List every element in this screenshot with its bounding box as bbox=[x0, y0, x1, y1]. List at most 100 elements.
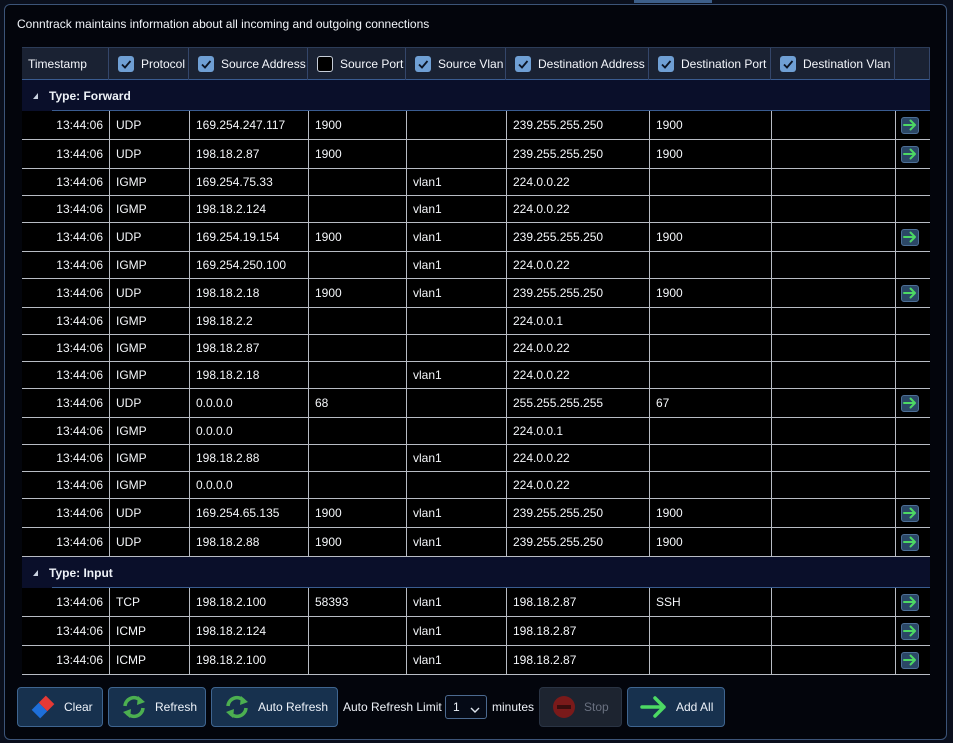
column-header-destination-address[interactable]: Destination Address bbox=[506, 48, 649, 80]
refresh-button[interactable]: Refresh bbox=[108, 687, 206, 727]
cell-action bbox=[895, 362, 930, 388]
cell-action bbox=[895, 111, 930, 139]
cell-svlan bbox=[406, 308, 506, 334]
active-tab-indicator bbox=[634, 0, 712, 3]
table-row[interactable]: 13:44:06 UDP 0.0.0.0 68 255.255.255.255 67 bbox=[22, 389, 930, 418]
column-header-source-address[interactable]: Source Address bbox=[189, 48, 308, 80]
clear-button[interactable]: Clear bbox=[17, 687, 103, 727]
cell-dvlan bbox=[771, 472, 895, 498]
table-row[interactable]: 13:44:06 IGMP 0.0.0.0 224.0.0.1 bbox=[22, 418, 930, 445]
column-visibility-checkbox[interactable] bbox=[415, 56, 431, 72]
add-connection-button[interactable] bbox=[901, 116, 919, 134]
cell-saddr: 198.18.2.124 bbox=[189, 617, 308, 645]
cell-ts: 13:44:06 bbox=[56, 314, 103, 328]
table-row[interactable]: 13:44:06 IGMP 169.254.75.33 vlan1 224.0.0.22 bbox=[22, 169, 930, 196]
cell-action bbox=[895, 617, 930, 645]
table-row[interactable]: 13:44:06 IGMP 198.18.2.2 224.0.0.1 bbox=[22, 308, 930, 335]
cell-sport bbox=[308, 646, 406, 674]
add-connection-button[interactable] bbox=[901, 504, 919, 522]
cell-ts: 13:44:06 bbox=[56, 286, 103, 300]
table-row[interactable]: 13:44:06 UDP 198.18.2.87 1900 239.255.255.25… bbox=[22, 140, 930, 169]
auto-refresh-button[interactable]: Auto Refresh bbox=[211, 687, 338, 727]
collapse-triangle-icon[interactable] bbox=[33, 92, 38, 99]
cell-saddr: 169.254.75.33 bbox=[189, 169, 308, 195]
connections-table: Timestamp Protocol Source Address Source Po… bbox=[22, 47, 930, 677]
column-header-source-port[interactable]: Source Port bbox=[308, 48, 406, 80]
cell-sport: 58393 bbox=[308, 588, 406, 616]
cell-daddr: 224.0.0.22 bbox=[506, 196, 649, 222]
table-row[interactable]: 13:44:06 TCP 198.18.2.100 58393 vlan1 198.18.… bbox=[22, 588, 930, 617]
add-connection-button[interactable] bbox=[901, 622, 919, 640]
cell-svlan: vlan1 bbox=[406, 588, 506, 616]
table-row[interactable]: 13:44:06 UDP 169.254.65.135 1900 vlan1 239.25… bbox=[22, 499, 930, 528]
add-connection-button[interactable] bbox=[901, 593, 919, 611]
cell-saddr: 169.254.247.117 bbox=[189, 111, 308, 139]
cell-svlan bbox=[406, 418, 506, 444]
cell-svlan: vlan1 bbox=[406, 252, 506, 278]
add-connection-button[interactable] bbox=[901, 284, 919, 302]
add-all-button[interactable]: Add All bbox=[627, 687, 725, 727]
cell-action bbox=[895, 308, 930, 334]
table-row[interactable]: 13:44:06 ICMP 198.18.2.124 vlan1 198.18.2.87 bbox=[22, 617, 930, 646]
collapse-triangle-icon[interactable] bbox=[33, 569, 38, 576]
cell-sport: 1900 bbox=[308, 528, 406, 556]
cell-ts: 13:44:06 bbox=[56, 506, 103, 520]
stop-button[interactable]: Stop bbox=[539, 687, 622, 727]
cell-ts: 13:44:06 bbox=[56, 535, 103, 549]
chevron-down-icon bbox=[470, 703, 480, 717]
cell-svlan: vlan1 bbox=[406, 223, 506, 251]
column-visibility-checkbox[interactable] bbox=[658, 56, 674, 72]
column-visibility-checkbox[interactable] bbox=[515, 56, 531, 72]
cell-proto: IGMP bbox=[109, 252, 189, 278]
column-visibility-checkbox[interactable] bbox=[118, 56, 134, 72]
cell-sport bbox=[308, 252, 406, 278]
refresh-icon bbox=[121, 694, 147, 720]
cell-saddr: 198.18.2.100 bbox=[189, 588, 308, 616]
cell-proto: IGMP bbox=[109, 362, 189, 388]
table-row[interactable]: 13:44:06 IGMP 198.18.2.124 vlan1 224.0.0.22 bbox=[22, 196, 930, 223]
cell-dvlan bbox=[771, 646, 895, 674]
cell-ts: 13:44:06 bbox=[56, 595, 103, 609]
table-row[interactable]: 13:44:06 IGMP 198.18.2.88 vlan1 224.0.0.22 bbox=[22, 445, 930, 472]
column-header-protocol[interactable]: Protocol bbox=[109, 48, 189, 80]
cell-dport bbox=[649, 472, 771, 498]
add-connection-button[interactable] bbox=[901, 145, 919, 163]
cell-svlan: vlan1 bbox=[406, 279, 506, 307]
group-header[interactable]: Type: Input bbox=[22, 557, 930, 588]
cell-svlan bbox=[406, 389, 506, 417]
column-header-destination-vlan[interactable]: Destination Vlan bbox=[771, 48, 895, 80]
auto-refresh-limit-select[interactable]: 1 bbox=[445, 695, 487, 719]
cell-ts: 13:44:06 bbox=[56, 368, 103, 382]
eraser-icon bbox=[30, 694, 56, 720]
table-row[interactable]: 13:44:06 UDP 198.18.2.88 1900 vlan1 239.255.2… bbox=[22, 528, 930, 557]
table-row[interactable]: 13:44:06 IGMP 198.18.2.87 224.0.0.22 bbox=[22, 335, 930, 362]
table-row[interactable]: 13:44:06 IGMP 169.254.250.100 vlan1 224.0.0.… bbox=[22, 252, 930, 279]
table-row[interactable]: 13:44:06 IGMP 198.18.2.18 vlan1 224.0.0.22 bbox=[22, 362, 930, 389]
add-connection-button[interactable] bbox=[901, 228, 919, 246]
table-row[interactable]: 13:44:06 UDP 169.254.247.117 1900 239.255.25… bbox=[22, 111, 930, 140]
cell-action bbox=[895, 279, 930, 307]
column-visibility-checkbox[interactable] bbox=[198, 56, 214, 72]
table-row[interactable]: 13:44:06 IGMP 0.0.0.0 224.0.0.22 bbox=[22, 472, 930, 499]
cell-svlan: vlan1 bbox=[406, 362, 506, 388]
column-header-destination-port[interactable]: Destination Port bbox=[649, 48, 771, 80]
add-connection-button[interactable] bbox=[901, 651, 919, 669]
column-header-label: Timestamp bbox=[28, 57, 87, 71]
column-visibility-checkbox[interactable] bbox=[317, 56, 333, 72]
table-row[interactable]: 13:44:06 ICMP 198.18.2.100 vlan1 198.18.2.87 bbox=[22, 646, 930, 675]
column-visibility-checkbox[interactable] bbox=[780, 56, 796, 72]
cell-dport bbox=[649, 362, 771, 388]
table-row[interactable]: 13:44:06 UDP 198.18.2.18 1900 vlan1 239.255.2… bbox=[22, 279, 930, 308]
cell-sport: 1900 bbox=[308, 499, 406, 527]
cell-svlan bbox=[406, 335, 506, 361]
column-header-source-vlan[interactable]: Source Vlan bbox=[406, 48, 506, 80]
cell-svlan: vlan1 bbox=[406, 169, 506, 195]
column-header-timestamp[interactable]: Timestamp bbox=[22, 48, 109, 80]
cell-action bbox=[895, 223, 930, 251]
add-connection-button[interactable] bbox=[901, 533, 919, 551]
add-connection-button[interactable] bbox=[901, 394, 919, 412]
cell-proto: IGMP bbox=[109, 445, 189, 471]
cell-daddr: 239.255.255.250 bbox=[506, 140, 649, 168]
group-header[interactable]: Type: Forward bbox=[22, 80, 930, 111]
table-row[interactable]: 13:44:06 UDP 169.254.19.154 1900 vlan1 239.25… bbox=[22, 223, 930, 252]
